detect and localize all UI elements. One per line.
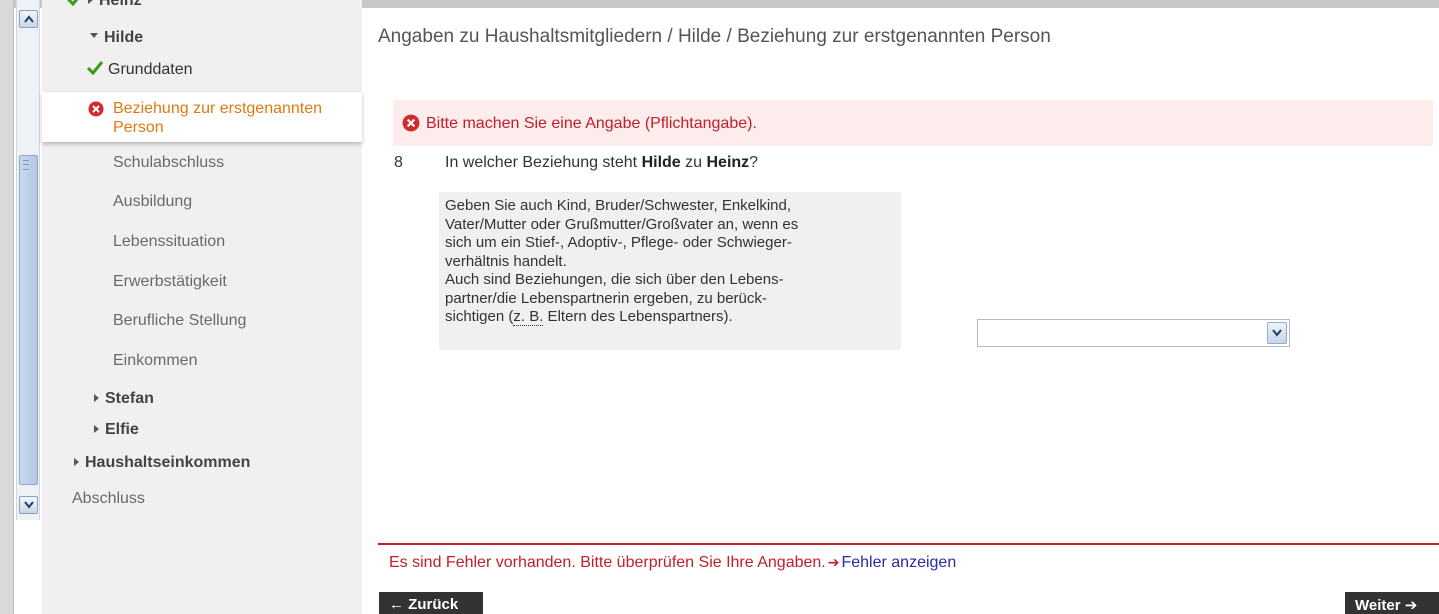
chevron-down-icon (1272, 329, 1282, 337)
scroll-down-button[interactable] (19, 496, 38, 514)
error-circle-icon (402, 114, 420, 132)
nav-item-lebenssituation[interactable]: Lebenssituation (113, 233, 225, 251)
check-icon (67, 0, 79, 6)
nav-item-einkommen[interactable]: Einkommen (113, 352, 197, 370)
nav-item-grunddaten[interactable]: Grunddaten (86, 60, 193, 79)
question-reference: Heinz (706, 154, 750, 171)
nav-item-erwerbstaetigkeit[interactable]: Erwerbstätigkeit (113, 273, 227, 291)
error-divider (378, 543, 1439, 545)
breadcrumb: Angaben zu Haushaltsmitgliedern / Hilde … (378, 26, 1051, 47)
chevron-down-icon (23, 501, 34, 509)
nav-item-beziehung-active[interactable]: Beziehung zur erstgenannten Person (42, 92, 362, 142)
error-message-text: Bitte machen Sie eine Angabe (Pflichtang… (426, 115, 757, 132)
nav-haushaltseinkommen[interactable]: Haushaltseinkommen (74, 454, 250, 472)
expand-arrow-icon (94, 393, 99, 402)
expand-arrow-icon (74, 457, 79, 466)
nav-item-berufliche-stellung[interactable]: Berufliche Stellung (113, 312, 246, 330)
nav-item-ausbildung[interactable]: Ausbildung (113, 193, 192, 211)
question-hint-box: Geben Sie auch Kind, Bruder/Schwester, E… (439, 192, 901, 350)
error-message-box: Bitte machen Sie eine Angabe (Pflichtang… (393, 100, 1433, 146)
question-number: 8 (394, 154, 403, 171)
collapse-arrow-icon (90, 33, 98, 39)
back-button[interactable]: ← Zurück (379, 592, 483, 614)
nav-item-label: Beziehung zur erstgenannten Person (113, 100, 323, 136)
arrow-right-icon: ➔ (827, 554, 840, 570)
relationship-select[interactable] (977, 319, 1290, 347)
expand-arrow-icon (88, 0, 93, 4)
check-icon (86, 60, 104, 75)
nav-abschluss[interactable]: Abschluss (72, 490, 145, 508)
question-subject: Hilde (641, 154, 681, 171)
abbreviation-zb: z. B. (513, 308, 544, 326)
nav-person-elfie[interactable]: Elfie (94, 421, 139, 439)
show-errors-link[interactable]: Fehler anzeigen (841, 554, 956, 571)
chevron-up-icon (23, 15, 34, 23)
error-circle-icon (88, 101, 104, 117)
scroll-up-button[interactable] (19, 10, 38, 28)
expand-arrow-icon (94, 424, 99, 433)
question-text: In welcher Beziehung steht Hilde zu Hein… (445, 154, 759, 171)
scroll-grip-icon (23, 160, 29, 170)
next-button[interactable]: Weiter ➔ (1345, 592, 1439, 614)
error-footer: Es sind Fehler vorhanden. Bitte überprüf… (389, 554, 957, 571)
nav-person-stefan[interactable]: Stefan (94, 390, 154, 408)
nav-item-schulabschluss[interactable]: Schulabschluss (113, 154, 224, 172)
nav-person-hilde[interactable]: Hilde (90, 29, 143, 47)
nav-person-heinz[interactable]: Heinz (66, 0, 142, 10)
window-left-frame (0, 0, 14, 614)
dropdown-button[interactable] (1267, 322, 1287, 344)
scroll-thumb[interactable] (19, 155, 38, 485)
nav-scrollbar[interactable] (16, 0, 40, 520)
